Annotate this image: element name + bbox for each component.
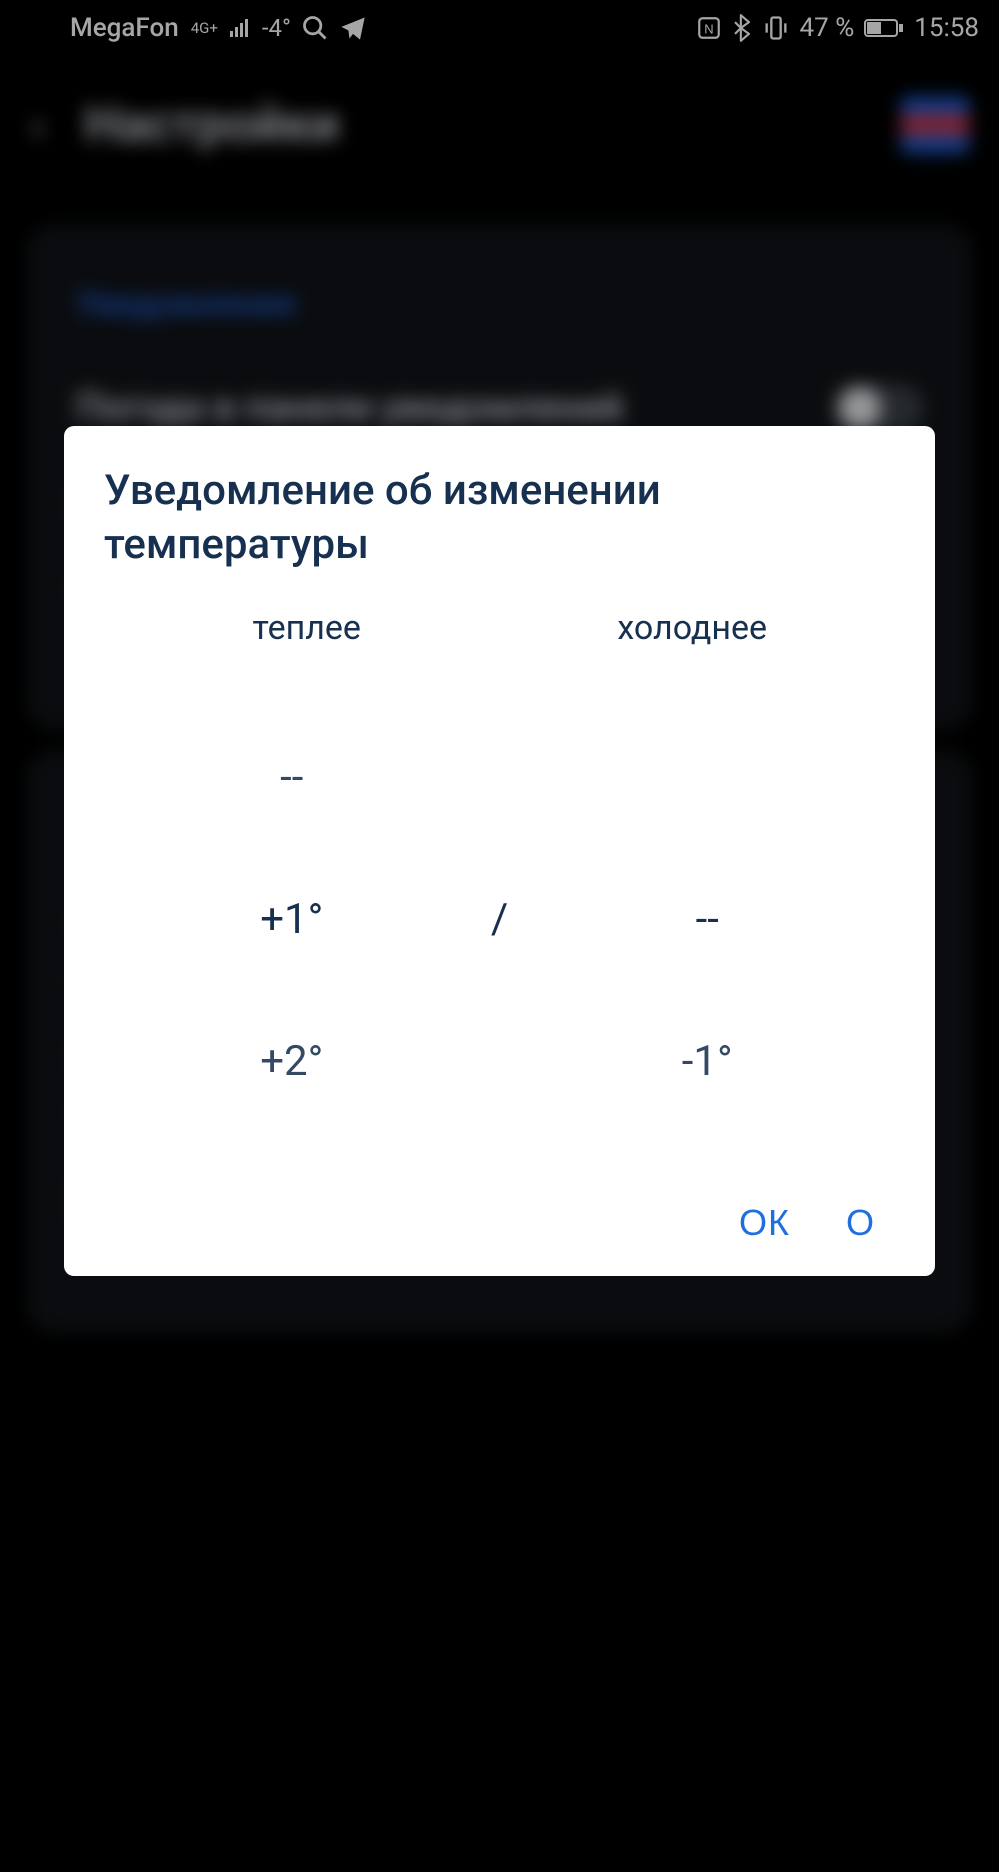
picker-separator: / [480,652,520,1186]
colder-picker[interactable]: -- -1° [520,652,896,1186]
picker-header: теплее холоднее [104,608,895,648]
picker-body: -- +1° +2° / -- -1° [104,652,895,1186]
warmer-option[interactable]: +2° [260,1036,323,1086]
dialog-title: Уведомление об изменении температуры [104,464,895,572]
colder-option[interactable]: -1° [682,1036,733,1086]
temperature-change-dialog: Уведомление об изменении температуры теп… [64,426,935,1276]
warmer-option-selected[interactable]: +1° [260,894,323,944]
cancel-button[interactable]: О [846,1202,875,1244]
warmer-picker[interactable]: -- +1° +2° [104,652,480,1186]
colder-option-selected[interactable]: -- [696,894,719,944]
dialog-actions: ОК О [104,1186,895,1256]
ok-button[interactable]: ОК [739,1202,790,1244]
colder-column-label: холоднее [500,608,886,648]
warmer-option[interactable]: -- [280,752,303,802]
warmer-column-label: теплее [114,608,500,648]
